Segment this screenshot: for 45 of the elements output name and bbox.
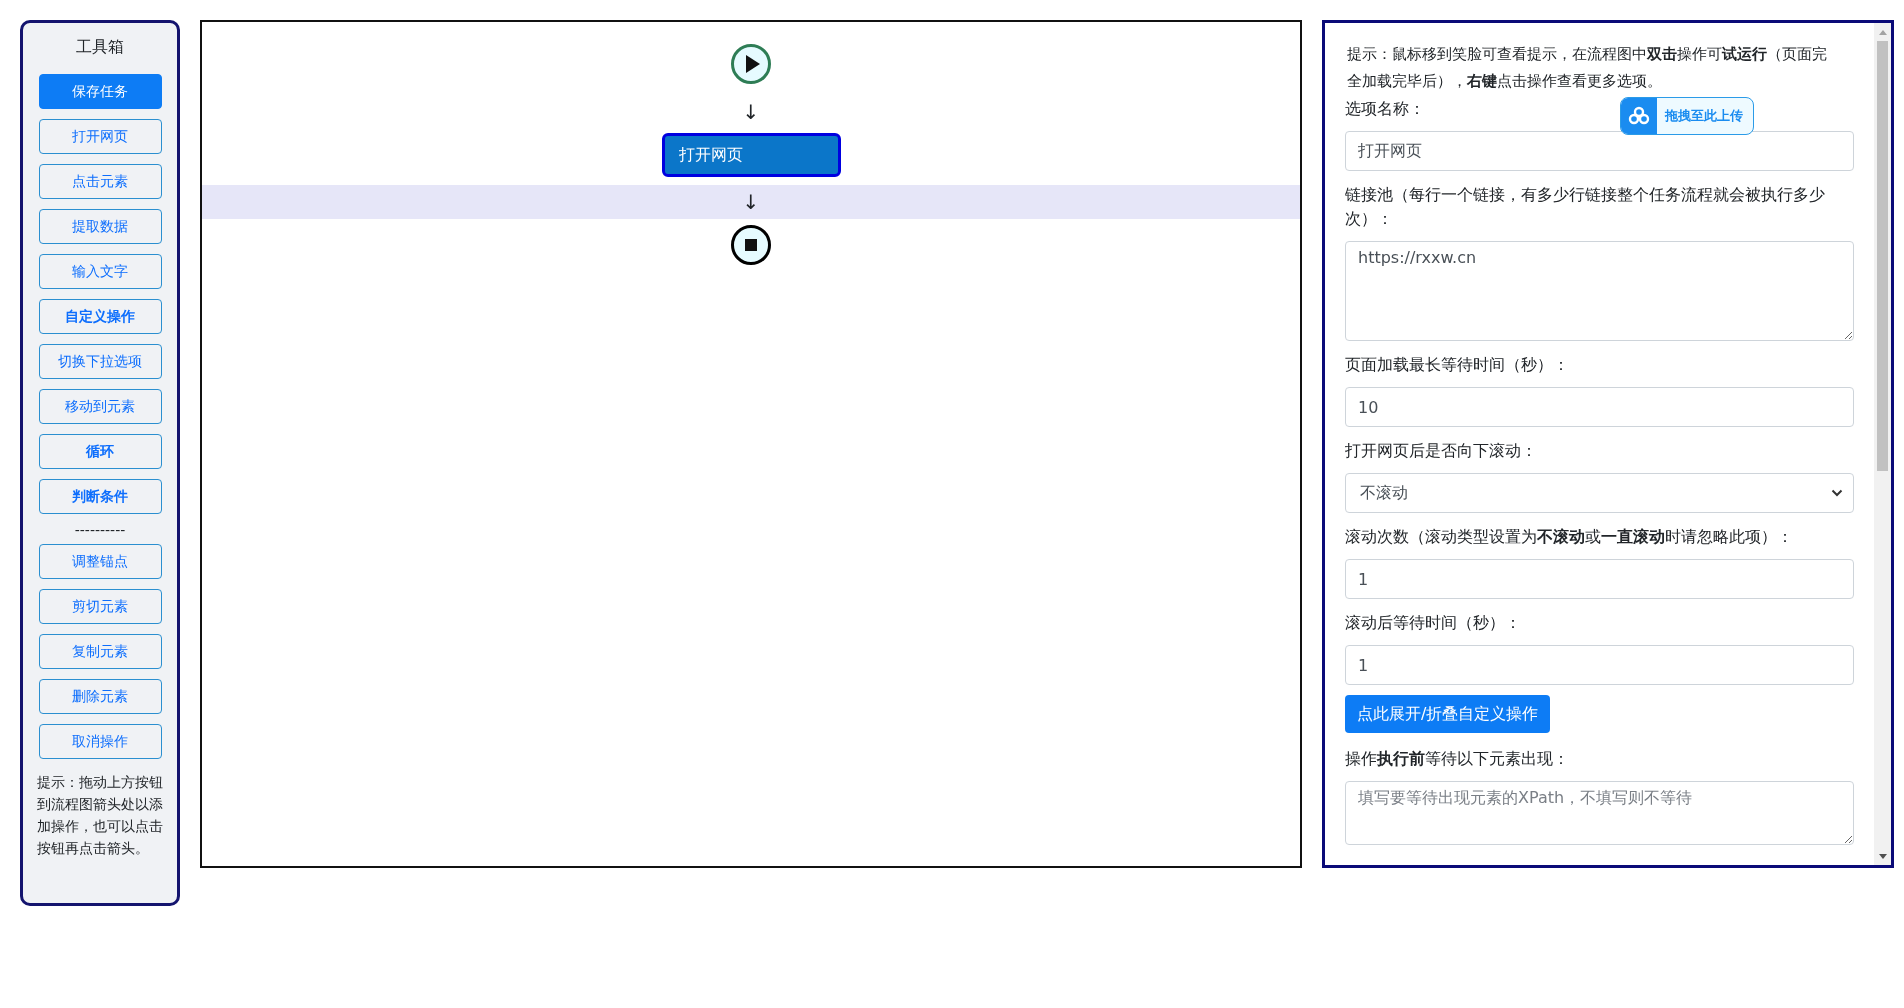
toolbox-button[interactable]: 打开网页 (38, 119, 162, 154)
chevron-icon (1831, 489, 1843, 497)
hint-text: 提示：鼠标移到笑脸可查看提示，在流程图中双击操作可试运行（页面完全加载完毕后），右键点击操作查看更多选项。 (1346, 44, 1827, 92)
toggle-button[interactable]: 点此展开/折叠自定义操作 (1345, 695, 1551, 733)
toolbox-button[interactable]: 取消操作 (38, 724, 162, 759)
scrollbar-thumb[interactable] (1877, 41, 1888, 471)
flow-arrow[interactable]: ↓ (742, 100, 760, 124)
flow-node[interactable]: 打开网页 (661, 133, 841, 177)
toolbox-button[interactable]: 调整锚点 (38, 544, 162, 579)
field-label: 滚动后等待时间（秒）： (1345, 612, 1521, 634)
field-label: 页面加载最长等待时间（秒）： (1345, 354, 1569, 376)
stop-icon[interactable] (730, 224, 772, 266)
field-label: 链接池（每行一个链接，有多少行链接整个任务流程就会被执行多少次）： (1345, 184, 1826, 230)
toolbox-button[interactable]: 循环 (38, 434, 162, 469)
toolbox-button[interactable]: 提取数据 (38, 209, 162, 244)
arrow-drop-zone[interactable]: ↓ (202, 185, 1300, 219)
field-label: 操作执行前等待以下元素出现： (1345, 748, 1569, 770)
select-field[interactable]: 不滚动 (1345, 473, 1854, 513)
scrollbar[interactable] (1874, 23, 1891, 865)
toolbox-button[interactable]: 删除元素 (38, 679, 162, 714)
separator-text: ---------- (74, 522, 126, 538)
toolbox-button[interactable]: 保存任务 (38, 74, 162, 109)
start-icon[interactable] (730, 43, 772, 85)
field-label: 打开网页后是否向下滚动： (1345, 440, 1537, 462)
field-label: 滚动次数（滚动类型设置为不滚动或一直滚动时请忽略此项）： (1345, 526, 1793, 548)
input-field[interactable]: 10 (1345, 387, 1854, 427)
field-label: 选项名称： (1345, 98, 1425, 120)
input-field[interactable]: 打开网页 (1345, 131, 1854, 171)
toolbox-button[interactable]: 输入文字 (38, 254, 162, 289)
toolbox-hint: 提示：拖动上方按钮到流程图箭头处以添加操作，也可以点击按钮再点击箭头。 (37, 773, 163, 858)
cloud-icon (1628, 106, 1650, 126)
toolbox-button[interactable]: 移动到元素 (38, 389, 162, 424)
toolbox-button[interactable]: 点击元素 (38, 164, 162, 199)
flow-arrow[interactable]: ↓ (742, 190, 760, 214)
toolbox-button[interactable]: 判断条件 (38, 479, 162, 514)
text-area[interactable]: https://rxxw.cn (1345, 241, 1854, 341)
scroll-down-icon[interactable] (1877, 854, 1888, 860)
input-field[interactable]: 1 (1345, 559, 1854, 599)
toolbox-button[interactable]: 切换下拉选项 (38, 344, 162, 379)
toolbox-button[interactable]: 自定义操作 (38, 299, 162, 334)
input-field[interactable]: 1 (1345, 645, 1854, 685)
toolbox-button[interactable]: 复制元素 (38, 634, 162, 669)
toolbox-button[interactable]: 剪切元素 (38, 589, 162, 624)
toolbox-title: 工具箱 (76, 37, 124, 58)
text-area[interactable]: 填写要等待出现元素的XPath，不填写则不等待 (1345, 781, 1854, 845)
